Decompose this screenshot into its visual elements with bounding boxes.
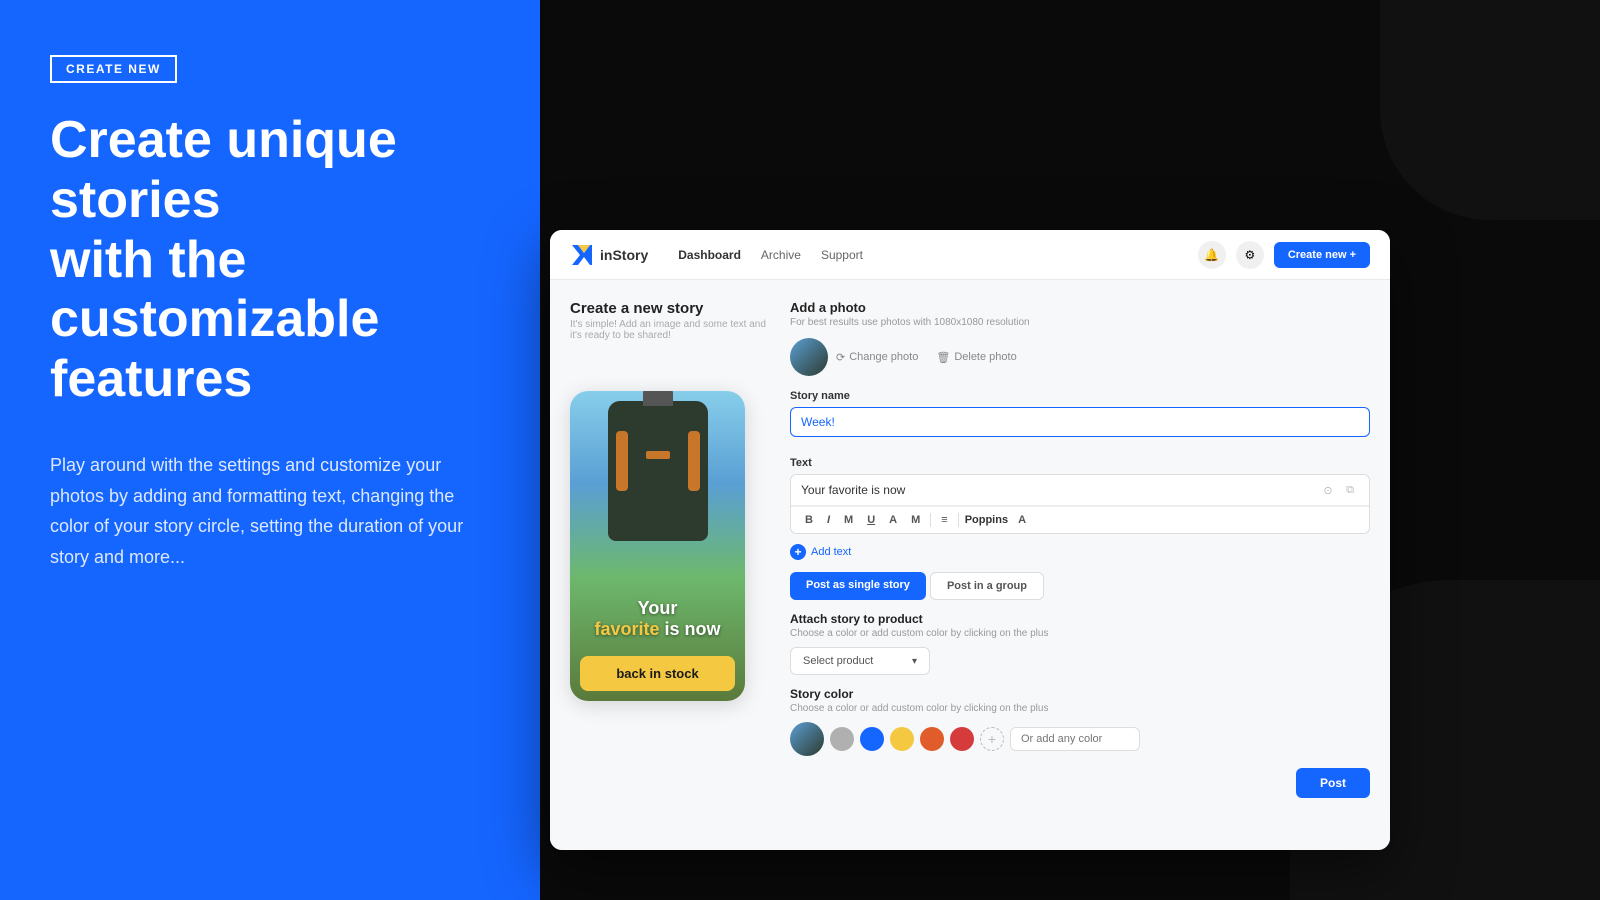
- left-section: CREATE NEW Create unique stories with th…: [0, 0, 540, 900]
- create-new-button[interactable]: Create new +: [1274, 242, 1370, 268]
- photo-thumbnail: [790, 338, 828, 376]
- delete-photo-btn[interactable]: 🗑 Delete photo: [936, 351, 1016, 364]
- main-heading: Create unique stories with the customiza…: [50, 111, 490, 410]
- app-nav: Dashboard Archive Support: [678, 248, 863, 262]
- text-suffix: is now: [665, 619, 721, 639]
- underline-btn[interactable]: U: [863, 512, 879, 528]
- badge-label: CREATE NEW: [50, 55, 177, 83]
- phone-text-overlay: Your favorite is now: [570, 598, 745, 641]
- chevron-down-icon: ▾: [912, 656, 917, 667]
- story-name-section: Story name: [790, 390, 1370, 447]
- text-editor: Your favorite is now ⊙ ⧉ B I M U A M: [790, 474, 1370, 534]
- arc-top-right: [1380, 0, 1600, 220]
- align-btn[interactable]: ≡: [937, 512, 951, 528]
- backpack-shape: [608, 401, 708, 541]
- strikethrough-btn[interactable]: A: [885, 512, 901, 528]
- story-name-input[interactable]: [790, 407, 1370, 437]
- app-header: inStory Dashboard Archive Support 🔔 ⚙ Cr…: [550, 230, 1390, 280]
- phone-image: Your favorite is now back in stock: [570, 391, 745, 701]
- color-red[interactable]: [950, 727, 974, 751]
- logo-icon: [570, 243, 594, 267]
- font-size-btn[interactable]: A: [1014, 512, 1030, 528]
- app-content: Create a new story It's simple! Add an i…: [550, 280, 1390, 850]
- delete-photo-icon: 🗑: [936, 351, 950, 364]
- strap-right: [688, 431, 700, 491]
- text-content[interactable]: Your favorite is now: [801, 483, 905, 497]
- heading-line2: with the customizable: [50, 231, 379, 349]
- settings-icon[interactable]: ⚙: [1236, 241, 1264, 269]
- header-right: 🔔 ⚙ Create new +: [1198, 241, 1370, 269]
- add-text-icon: +: [790, 544, 806, 560]
- color-orange[interactable]: [920, 727, 944, 751]
- attach-sub: Choose a color or add custom color by cl…: [790, 628, 1370, 639]
- italic-btn[interactable]: I: [823, 512, 834, 528]
- story-color-section: Story color Choose a color or add custom…: [790, 687, 1370, 756]
- add-color-btn[interactable]: +: [980, 727, 1004, 751]
- form-panel: Add a photo For best results use photos …: [790, 300, 1370, 830]
- text-section: Text Your favorite is now ⊙ ⧉ B I M U: [790, 457, 1370, 534]
- edit-icon[interactable]: ⊙: [1319, 481, 1337, 499]
- text-label: Text: [790, 457, 1370, 469]
- change-photo-icon: ⟳: [836, 351, 845, 364]
- font-name[interactable]: Poppins: [965, 514, 1008, 526]
- select-product-dropdown[interactable]: Select product ▾: [790, 647, 930, 675]
- size-btn[interactable]: M: [907, 512, 924, 528]
- text-your: Your: [638, 598, 678, 618]
- text-toolbar: B I M U A M ≡ Poppins A: [791, 506, 1369, 533]
- color-blue[interactable]: [860, 727, 884, 751]
- color-preview-thumb: [790, 722, 824, 756]
- editor-icons: ⊙ ⧉: [1319, 481, 1359, 499]
- buckle: [646, 451, 670, 459]
- bold-btn[interactable]: B: [801, 512, 817, 528]
- notifications-icon[interactable]: 🔔: [1198, 241, 1226, 269]
- phone-preview: Your favorite is now back in stock: [570, 391, 745, 701]
- app-logo: inStory: [570, 243, 648, 267]
- app-window: inStory Dashboard Archive Support 🔔 ⚙ Cr…: [550, 230, 1390, 850]
- post-tabs: Post as single story Post in a group: [790, 572, 1370, 600]
- add-photo-sub: For best results use photos with 1080x10…: [790, 317, 1370, 328]
- change-photo-label: Change photo: [849, 351, 918, 363]
- story-name-label: Story name: [790, 390, 1370, 402]
- text-highlight: favorite: [594, 619, 659, 639]
- add-photo-section: Add a photo For best results use photos …: [790, 300, 1370, 376]
- story-color-title: Story color: [790, 687, 1370, 701]
- phone-text-line1: Your favorite is now: [578, 598, 737, 641]
- sub-text: Play around with the settings and custom…: [50, 450, 490, 572]
- change-photo-btn[interactable]: ⟳ Change photo: [836, 351, 918, 364]
- copy-icon[interactable]: ⧉: [1341, 481, 1359, 499]
- heading-line3: features: [50, 350, 252, 408]
- post-group-tab[interactable]: Post in a group: [930, 572, 1044, 600]
- add-text-label: Add text: [811, 546, 851, 558]
- photo-row: ⟳ Change photo 🗑 Delete photo: [790, 338, 1370, 376]
- post-button[interactable]: Post: [1296, 768, 1370, 798]
- create-story-title: Create a new story: [570, 300, 770, 317]
- text-editor-top: Your favorite is now ⊙ ⧉: [791, 475, 1369, 506]
- color-gray[interactable]: [830, 727, 854, 751]
- logo-text: inStory: [600, 247, 648, 263]
- mono-btn[interactable]: M: [840, 512, 857, 528]
- nav-support[interactable]: Support: [821, 248, 863, 262]
- strap-left: [616, 431, 628, 491]
- color-yellow[interactable]: [890, 727, 914, 751]
- attach-title: Attach story to product: [790, 612, 1370, 626]
- toolbar-divider: [930, 513, 931, 527]
- phone-cta: back in stock: [580, 656, 735, 691]
- custom-color-input[interactable]: [1010, 727, 1140, 751]
- add-text-btn[interactable]: + Add text: [790, 544, 1370, 560]
- heading-line1: Create unique stories: [50, 111, 397, 229]
- story-color-sub: Choose a color or add custom color by cl…: [790, 703, 1370, 714]
- preview-column: Create a new story It's simple! Add an i…: [570, 300, 770, 830]
- create-story-heading: Create a new story It's simple! Add an i…: [570, 300, 770, 353]
- attach-product-section: Attach story to product Choose a color o…: [790, 612, 1370, 675]
- toolbar-divider2: [958, 513, 959, 527]
- delete-photo-label: Delete photo: [954, 351, 1016, 363]
- color-row: +: [790, 722, 1370, 756]
- nav-dashboard[interactable]: Dashboard: [678, 248, 741, 262]
- nav-archive[interactable]: Archive: [761, 248, 801, 262]
- select-product-label: Select product: [803, 655, 873, 667]
- add-photo-title: Add a photo: [790, 300, 1370, 315]
- create-story-sub: It's simple! Add an image and some text …: [570, 319, 770, 341]
- post-single-tab[interactable]: Post as single story: [790, 572, 926, 600]
